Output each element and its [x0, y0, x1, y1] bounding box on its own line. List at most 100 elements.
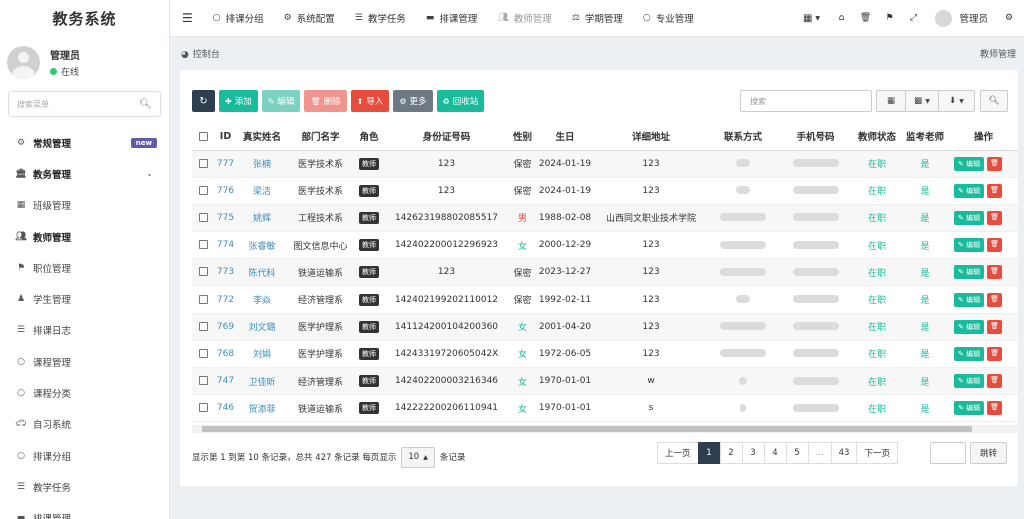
cell-proctor-value[interactable]: 是	[920, 160, 929, 170]
cell-status[interactable]: 在职	[853, 285, 901, 314]
page-button-43[interactable]: 43	[830, 442, 858, 464]
cell-id[interactable]: 747	[214, 367, 237, 396]
row-delete-button[interactable]: 🗑︎	[987, 374, 1002, 389]
cell-proctor[interactable]: 是	[901, 285, 949, 314]
row-checkbox[interactable]	[198, 348, 208, 358]
cell-status[interactable]: 在职	[853, 258, 901, 287]
jump-page-input[interactable]	[930, 442, 966, 464]
cell-status[interactable]: 在职	[853, 394, 901, 423]
page-button-5[interactable]: 5	[785, 442, 809, 464]
col-header-gender[interactable]: 性别	[509, 123, 536, 151]
cell-id[interactable]: 768	[214, 340, 237, 369]
cell-id[interactable]: 773	[214, 258, 237, 287]
row-checkbox[interactable]	[198, 185, 208, 195]
table-row[interactable]: 747 卫佳昕 经济管理系 教师 142402200003216346 女 1970-01-…	[192, 367, 1018, 396]
cell-name[interactable]: 姚辉	[237, 204, 287, 233]
cell-status-value[interactable]: 在职	[868, 187, 886, 197]
cell-status-value[interactable]: 在职	[868, 160, 886, 170]
cell-id-value[interactable]: 776	[217, 186, 234, 196]
table-row[interactable]: 769 刘文璐 医学护理系 教师 141124200104200360 女 2001-04-…	[192, 313, 1018, 341]
table-row[interactable]: 772 李焱 经济管理系 教师 142402199202110012 保密 1992-02-…	[192, 285, 1018, 314]
cell-id[interactable]: 777	[214, 150, 237, 178]
page-button-1[interactable]: 1	[697, 442, 721, 464]
row-edit-button[interactable]: ✎ 编辑	[954, 374, 985, 389]
cell-id[interactable]: 769	[214, 313, 237, 341]
cell-proctor[interactable]: 是	[901, 204, 949, 233]
menu-search-input[interactable]: 搜索菜单 🔍︎	[8, 91, 161, 117]
row-delete-button[interactable]: 🗑︎	[987, 346, 1002, 361]
page-button-2[interactable]: 2	[719, 442, 743, 464]
table-search-input[interactable]: 搜索	[740, 90, 872, 112]
page-button-4[interactable]: 4	[763, 442, 787, 464]
col-header-name[interactable]: 真实姓名	[237, 123, 287, 151]
col-header-id[interactable]: ID	[214, 123, 237, 151]
cell-proctor[interactable]: 是	[901, 150, 949, 178]
cell-proctor-value[interactable]: 是	[920, 296, 929, 306]
cell-id-value[interactable]: 746	[217, 403, 234, 413]
col-header-role[interactable]: 角色	[354, 123, 384, 151]
cell-status-value[interactable]: 在职	[868, 405, 886, 415]
edit-button[interactable]: ✎ 编辑	[261, 90, 301, 112]
row-edit-button[interactable]: ✎ 编辑	[954, 401, 985, 416]
horizontal-scrollbar[interactable]	[192, 425, 1018, 433]
top-nav-item-6[interactable]: ○ 专业管理	[633, 0, 704, 37]
row-checkbox[interactable]	[198, 294, 208, 304]
cell-id-value[interactable]: 777	[217, 159, 234, 169]
sidebar-item-0[interactable]: ⚙ 常规管理 new	[0, 127, 169, 158]
cell-proctor[interactable]: 是	[901, 313, 949, 341]
cell-status-value[interactable]: 在职	[868, 269, 886, 279]
cell-name-value[interactable]: 张楠	[253, 160, 271, 170]
cell-name-value[interactable]: 刘娟	[253, 350, 271, 360]
cell-name[interactable]: 李焱	[237, 285, 287, 314]
select-all-checkbox[interactable]	[198, 131, 208, 141]
cell-status[interactable]: 在职	[853, 204, 901, 233]
row-select-cell[interactable]	[192, 313, 214, 341]
cell-name[interactable]: 刘娟	[237, 340, 287, 369]
sidebar-item-2[interactable]: ▦ 班级管理	[0, 190, 169, 221]
top-nav-item-3[interactable]: ▬ 排课管理	[416, 0, 488, 37]
col-header-proctor[interactable]: 监考老师	[901, 123, 949, 151]
row-select-cell[interactable]	[192, 394, 214, 423]
cell-name-value[interactable]: 贺添菲	[248, 405, 275, 415]
cell-name-value[interactable]: 陈代科	[248, 269, 275, 279]
row-edit-button[interactable]: ✎ 编辑	[954, 292, 985, 307]
fullscreen-button[interactable]: ⤢	[901, 0, 925, 37]
cell-id-value[interactable]: 768	[217, 349, 234, 359]
row-checkbox[interactable]	[198, 267, 208, 277]
hamburger-icon[interactable]: ☰	[182, 11, 193, 25]
cell-status-value[interactable]: 在职	[868, 350, 886, 360]
layout-dropdown-button[interactable]: ▦ ▼	[793, 0, 829, 37]
chevron-down-icon[interactable]: ⌄	[146, 169, 153, 178]
row-checkbox[interactable]	[198, 212, 208, 222]
cell-name-value[interactable]: 梁洁	[253, 187, 271, 197]
settings-button[interactable]: ⚙	[994, 0, 1024, 37]
cell-id[interactable]: 746	[214, 394, 237, 423]
col-header-contact[interactable]: 联系方式	[708, 123, 778, 151]
page-size-select[interactable]: 10 ▲	[401, 446, 435, 468]
cell-id[interactable]: 774	[214, 231, 237, 260]
cell-proctor[interactable]: 是	[901, 340, 949, 369]
scrollbar-thumb[interactable]	[202, 426, 972, 432]
row-delete-button[interactable]: 🗑︎	[987, 183, 1002, 198]
row-delete-button[interactable]: 🗑︎	[987, 156, 1002, 171]
select-all-cell[interactable]	[192, 123, 214, 151]
cell-name-value[interactable]: 刘文璐	[248, 323, 275, 333]
row-checkbox[interactable]	[198, 158, 208, 168]
cell-proctor-value[interactable]: 是	[920, 187, 929, 197]
clear-cache-button[interactable]: 🗑︎	[853, 0, 877, 37]
cell-proctor-value[interactable]: 是	[920, 269, 929, 279]
cell-proctor-value[interactable]: 是	[920, 405, 929, 415]
refresh-button[interactable]: ↻	[192, 90, 215, 112]
advanced-search-button[interactable]: 🔍︎	[980, 90, 1008, 112]
sidebar-item-6[interactable]: ☰ 排课日志	[0, 315, 169, 346]
more-button[interactable]: ⚙ 更多	[393, 90, 433, 112]
cell-status[interactable]: 在职	[853, 313, 901, 341]
add-button[interactable]: ✚ 添加	[219, 90, 258, 112]
cell-name-value[interactable]: 卫佳昕	[248, 378, 275, 388]
row-edit-button[interactable]: ✎ 编辑	[954, 319, 985, 334]
row-select-cell[interactable]	[192, 285, 214, 314]
cell-proctor-value[interactable]: 是	[920, 378, 929, 388]
cell-name[interactable]: 陈代科	[237, 258, 287, 287]
top-nav-item-1[interactable]: ⚙ 系统配置	[274, 0, 345, 37]
row-checkbox[interactable]	[198, 376, 208, 386]
